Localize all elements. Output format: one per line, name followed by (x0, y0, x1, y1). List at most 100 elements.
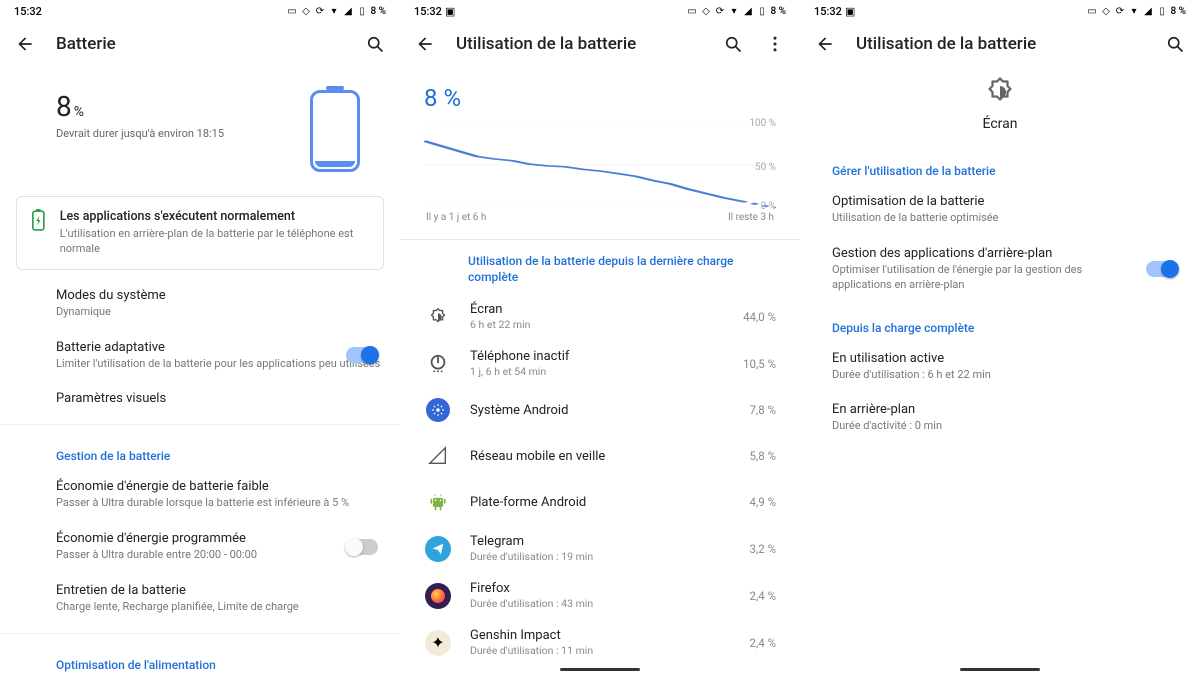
page-title: Utilisation de la batterie (456, 34, 702, 54)
app-pct: 10,5 % (743, 357, 776, 371)
app-sub: Durée d'utilisation : 11 min (470, 644, 734, 657)
app-icon (424, 535, 452, 563)
battery-check-icon (31, 209, 46, 231)
app-icon (424, 582, 452, 610)
appbar: Utilisation de la batterie (400, 22, 800, 66)
battery-pct: 8 % (370, 6, 386, 17)
section-optimization: Optimisation de l'alimentation (0, 642, 400, 675)
section-since-charge: Depuis la charge complète (800, 303, 1200, 341)
app-icon: ✦ (424, 629, 452, 657)
battery-forecast: Devrait durer jusqu'à environ 18:15 (56, 127, 224, 141)
usage-row[interactable]: Système Android 7,8 % (400, 387, 800, 433)
y-0: 0 % (761, 201, 776, 212)
overflow-button[interactable] (764, 33, 786, 55)
battery-care-row[interactable]: Entretien de la batterie Charge lente, R… (0, 573, 400, 625)
app-pct: 7,8 % (750, 403, 776, 417)
page-title: Batterie (56, 34, 344, 54)
nav-handle[interactable] (960, 668, 1040, 671)
screenshot-icon: ▣ (445, 6, 456, 17)
nfc-icon: ▭ (286, 6, 297, 17)
adaptive-toggle[interactable] (346, 347, 378, 363)
app-name: Réseau mobile en veille (470, 449, 734, 464)
app-pct: 44,0 % (743, 310, 776, 324)
wifi-icon: ▾ (328, 6, 339, 17)
signal-icon: ◢ (342, 6, 353, 17)
app-name: Système Android (470, 403, 734, 418)
search-button[interactable] (722, 33, 744, 55)
status-bar: 15:32 ▣ ▭◇⟳▾◢▯8 % (400, 0, 800, 22)
page-title: Utilisation de la batterie (856, 34, 1144, 54)
visual-params-row[interactable]: Paramètres visuels (0, 381, 400, 416)
dev-icon: ◇ (300, 6, 311, 17)
card-sub: L'utilisation en arrière-plan de la batt… (60, 227, 369, 257)
search-button[interactable] (1164, 33, 1186, 55)
app-name: Telegram (470, 534, 734, 549)
usage-row[interactable]: FirefoxDurée d'utilisation : 43 min 2,4 % (400, 572, 800, 619)
usage-row[interactable]: ✦ Genshin ImpactDurée d'utilisation : 11 … (400, 619, 800, 666)
app-icon (424, 350, 452, 378)
status-bar: 15:32 ▭ ◇ ⟳ ▾ ◢ ▯ 8 % (0, 0, 400, 22)
app-sub: 6 h et 22 min (470, 318, 727, 331)
usage-row[interactable]: Téléphone inactif1 j, 6 h et 54 min 10,5 … (400, 340, 800, 387)
section-manage: Gérer l'utilisation de la batterie (800, 146, 1200, 184)
battery-icon: ▯ (356, 6, 367, 17)
nav-handle[interactable] (560, 668, 640, 671)
y-100: 100 % (749, 118, 776, 129)
low-battery-saver-row[interactable]: Économie d'énergie de batterie faible Pa… (0, 469, 400, 521)
app-pct: 2,4 % (750, 589, 776, 603)
scheduled-saver-row[interactable]: Économie d'énergie programmée Passer à U… (0, 521, 400, 573)
clock: 15:32 (14, 5, 42, 18)
battery-chart[interactable]: 100 % 50 % 0 % Il y a 1 j et 6 h Il rest… (400, 116, 800, 225)
card-title: Les applications s'exécutent normalement (60, 209, 369, 224)
app-icon (424, 442, 452, 470)
brightness-icon (982, 74, 1018, 110)
scheduled-toggle[interactable] (346, 539, 378, 555)
app-name: Téléphone inactif (470, 349, 727, 364)
appbar: Utilisation de la batterie (800, 22, 1200, 66)
battery-pct-large: 8 % (400, 66, 800, 116)
app-icon (424, 303, 452, 331)
background-apps-row[interactable]: Gestion des applications d'arrière-plan … (800, 236, 1200, 303)
app-pct: 2,4 % (750, 636, 776, 650)
app-pct: 5,8 % (750, 449, 776, 463)
background-use-row: En arrière-plan Durée d'activité : 0 min (800, 392, 1200, 444)
app-sub: Durée d'utilisation : 19 min (470, 550, 734, 563)
app-name: Écran (470, 302, 727, 317)
screenshot-icon: ▣ (845, 6, 856, 17)
app-sub: 1 j, 6 h et 54 min (470, 365, 727, 378)
battery-hero: 8% Devrait durer jusqu'à environ 18:15 (0, 66, 400, 188)
app-name: Firefox (470, 581, 734, 596)
section-management: Gestion de la batterie (0, 433, 400, 469)
battery-optimization-row[interactable]: Optimisation de la batterie Utilisation … (800, 184, 1200, 236)
appbar: Batterie (0, 22, 400, 66)
app-name: Genshin Impact (470, 628, 734, 643)
adaptive-battery-row[interactable]: Batterie adaptative Limiter l'utilisatio… (0, 330, 400, 382)
back-button[interactable] (414, 33, 436, 55)
detail-title: Écran (800, 116, 1200, 132)
time-left: Il y a 1 j et 6 h (426, 212, 486, 223)
usage-row[interactable]: Écran6 h et 22 min 44,0 % (400, 293, 800, 340)
background-toggle[interactable] (1146, 261, 1178, 277)
usage-row[interactable]: Réseau mobile en veille 5,8 % (400, 433, 800, 479)
app-pct: 4,9 % (750, 495, 776, 509)
usage-row[interactable]: Plate-forme Android 4,9 % (400, 479, 800, 525)
system-modes-row[interactable]: Modes du système Dynamique (0, 278, 400, 330)
status-bar: 15:32 ▣ ▭◇⟳▾◢▯8 % (800, 0, 1200, 22)
back-button[interactable] (814, 33, 836, 55)
app-pct: 3,2 % (750, 542, 776, 556)
y-50: 50 % (755, 162, 776, 173)
sync-icon: ⟳ (314, 6, 325, 17)
time-right: Il reste 3 h (728, 212, 774, 223)
back-button[interactable] (14, 33, 36, 55)
battery-icon-large (310, 90, 360, 172)
app-name: Plate-forme Android (470, 495, 734, 510)
battery-level: 8% (56, 90, 224, 123)
apps-status-card[interactable]: Les applications s'exécutent normalement… (16, 196, 384, 270)
search-button[interactable] (364, 33, 386, 55)
status-icons: ▭ ◇ ⟳ ▾ ◢ ▯ 8 % (286, 6, 386, 17)
app-icon (424, 396, 452, 424)
detail-hero: Écran (800, 66, 1200, 146)
usage-row[interactable]: TelegramDurée d'utilisation : 19 min 3,2 … (400, 525, 800, 572)
app-sub: Durée d'utilisation : 43 min (470, 597, 734, 610)
divider (0, 633, 400, 634)
